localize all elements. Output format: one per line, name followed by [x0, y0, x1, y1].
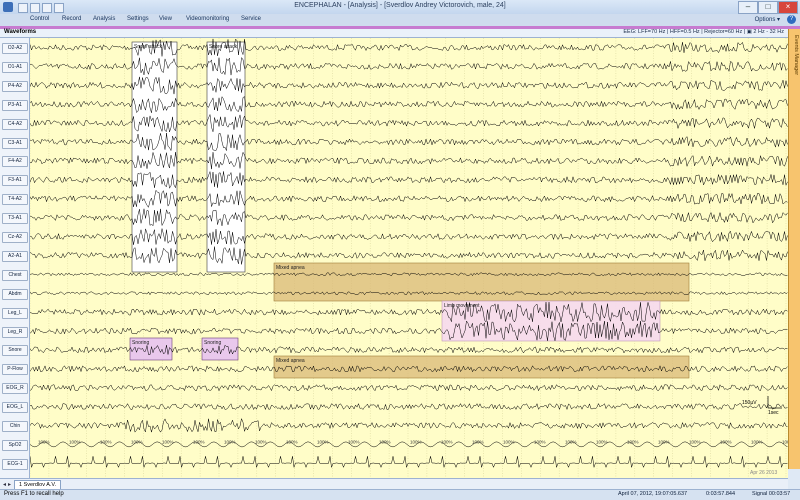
channel-label[interactable]: F4-A2	[2, 156, 28, 168]
event-label: Mixed apnea	[276, 265, 305, 271]
channel-label[interactable]: Cz-A2	[2, 232, 28, 243]
options-menu[interactable]: Options ▾	[755, 16, 780, 23]
channel-label[interactable]: O1-A1	[2, 61, 28, 73]
spo2-value: 100%	[534, 439, 546, 444]
event-box-apnea[interactable]	[273, 262, 690, 302]
status-signal: Signal 00:03:57	[752, 491, 791, 497]
spo2-value: 100%	[286, 439, 298, 444]
close-icon[interactable]: ×	[778, 1, 798, 14]
events-manager-label: Events Manager	[793, 35, 799, 76]
menu-control[interactable]: Control	[30, 16, 49, 22]
spo2-value: 100%	[472, 439, 484, 444]
event-label: Mixed apnea	[276, 358, 305, 364]
tab-next-icon[interactable]: ▸	[8, 481, 11, 488]
channel-label[interactable]: C3-A1	[2, 137, 28, 149]
channel-label[interactable]: Abdm	[2, 288, 28, 300]
spo2-value: 100%	[782, 439, 788, 444]
spo2-value: 100%	[131, 439, 143, 444]
spo2-value: 100%	[658, 439, 670, 444]
channel-label[interactable]: P4-A2	[2, 80, 28, 92]
spo2-value: 100%	[751, 439, 763, 444]
spo2-value: 100%	[565, 439, 577, 444]
amplitude-scale-label: 150µV	[742, 400, 757, 406]
event-label: Limb movement	[444, 303, 480, 309]
title-bar: ENCEPHALAN - [Analysis] - [Sverdlov Andr…	[0, 0, 800, 15]
spo2-value: 100%	[69, 439, 81, 444]
spo2-value: 100%	[317, 439, 329, 444]
spo2-value: 100%	[596, 439, 608, 444]
spo2-value: 100%	[627, 439, 639, 444]
spo2-value: 100%	[503, 439, 515, 444]
channel-label[interactable]: Snore	[2, 345, 28, 357]
channel-label[interactable]: O2-A2	[2, 43, 28, 54]
channel-label-column: O2-A2 O1-A1 P4-A2 P3-A1 C4-A2 C3-A1 F4-A2 F3-A1…	[0, 38, 30, 478]
window-title: ENCEPHALAN - [Analysis] - [Sverdlov Andr…	[294, 2, 506, 9]
maximize-icon[interactable]: □	[758, 1, 778, 14]
menu-record[interactable]: Record	[62, 16, 81, 22]
spo2-value: 100%	[410, 439, 422, 444]
spo2-value: 100%	[689, 439, 701, 444]
menu-settings[interactable]: Settings	[127, 16, 149, 22]
spo2-value: 100%	[379, 439, 391, 444]
minimize-icon[interactable]: –	[738, 1, 758, 14]
spo2-value: 100%	[224, 439, 236, 444]
spo2-value: 100%	[38, 439, 50, 444]
menu-videomonitoring[interactable]: Videomonitoring	[186, 16, 229, 22]
spo2-value: 100%	[100, 439, 112, 444]
spo2-value: 100%	[255, 439, 267, 444]
event-label: Snoring	[204, 340, 221, 346]
help-icon[interactable]: ?	[787, 15, 796, 24]
events-manager-tab[interactable]: Events Manager	[788, 29, 800, 469]
event-label: Snore attack	[134, 44, 163, 50]
status-bar: Press F1 to recall help April 07, 2012, …	[0, 489, 800, 500]
status-elapsed: 0:03:57.844	[706, 491, 736, 497]
channel-label[interactable]: ECG-1	[2, 458, 28, 470]
menu-service[interactable]: Service	[241, 16, 261, 22]
spo2-value: 100%	[193, 439, 205, 444]
channel-label[interactable]: A2-A1	[2, 250, 28, 262]
channel-label[interactable]: P3-A1	[2, 99, 28, 111]
channel-label[interactable]: EOG_R	[2, 383, 28, 395]
pane-title: Waveforms	[4, 29, 37, 35]
channel-label[interactable]: T3-A1	[2, 213, 28, 225]
channel-label[interactable]: C4-A2	[2, 118, 28, 130]
menu-view[interactable]: View	[159, 16, 172, 22]
channel-label[interactable]: Leg_L	[2, 307, 28, 319]
channel-label[interactable]: Chin	[2, 421, 28, 432]
event-label: Snoring	[132, 340, 149, 346]
waveform-plot[interactable]: Snore attack Snore attackMixed apneaMixed…	[30, 38, 788, 478]
channel-label[interactable]: T4-A2	[2, 194, 28, 206]
watermark-date: Apr 26 2013	[750, 470, 777, 476]
spo2-value: 100%	[162, 439, 174, 444]
spo2-value: 100%	[441, 439, 453, 444]
tab-prev-icon[interactable]: ◂	[3, 481, 6, 488]
status-help: Press F1 to recall help	[4, 491, 64, 497]
channel-label[interactable]: P-Flow	[2, 364, 28, 376]
channel-label[interactable]: F3-A1	[2, 175, 28, 187]
channel-label[interactable]: EOG_L	[2, 402, 28, 414]
spo2-value: 100%	[348, 439, 360, 444]
filter-info[interactable]: EEG: LFF=70 Hz | HFF=0.5 Hz | Rejector=6…	[623, 29, 784, 35]
channel-label[interactable]: Leg_R	[2, 326, 28, 338]
channel-label[interactable]: SpO2	[2, 439, 28, 451]
channel-label[interactable]: Chest	[2, 269, 28, 281]
status-date: April 07, 2012, 19:07:05.637	[618, 491, 688, 497]
time-scale-label: 1sec	[768, 410, 779, 416]
pane-header: Waveforms EEG: LFF=70 Hz | HFF=0.5 Hz | …	[0, 29, 788, 38]
spo2-value: 100%	[720, 439, 732, 444]
menu-analysis[interactable]: Analysis	[93, 16, 115, 22]
